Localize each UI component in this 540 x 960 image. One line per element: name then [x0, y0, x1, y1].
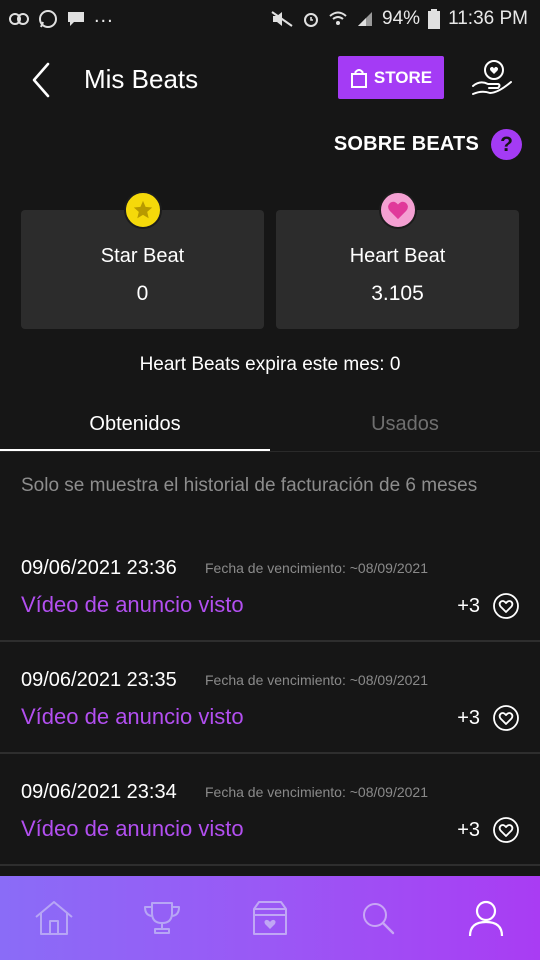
- heart-icon: [378, 191, 417, 229]
- history-title: Vídeo de anuncio visto: [21, 816, 244, 841]
- history-notice: Solo se muestra el historial de facturac…: [21, 475, 478, 496]
- profile-icon: [468, 900, 504, 937]
- signal-icon: [358, 12, 373, 26]
- list-item: 09/06/2021 23:34 Fecha de vencimiento: ~…: [0, 754, 540, 866]
- heart-beat-value: 3.105: [371, 282, 424, 305]
- history-date: 09/06/2021 23:36: [21, 557, 177, 579]
- back-button[interactable]: [26, 60, 56, 100]
- history-amount: +3: [457, 707, 480, 729]
- gift-heart-button[interactable]: [470, 56, 514, 100]
- app-header: Mis Beats STORE: [0, 50, 540, 110]
- nav-store[interactable]: [240, 888, 300, 948]
- shopping-bag-icon: [350, 68, 367, 88]
- search-icon: [363, 903, 395, 935]
- heart-beat-name: Heart Beat: [349, 245, 446, 267]
- store-box-icon: [253, 901, 287, 935]
- clock: 11:36 PM: [448, 8, 528, 29]
- heart-outline-icon: [493, 817, 519, 843]
- nav-home[interactable]: [24, 888, 84, 948]
- star-beat-card: Star Beat 0: [21, 191, 264, 329]
- trophy-icon: [144, 902, 180, 934]
- message-icon: [68, 12, 84, 26]
- nav-search[interactable]: [348, 888, 408, 948]
- more-notifications: ...: [94, 4, 114, 27]
- status-right: 94% 11:36 PM: [270, 8, 528, 30]
- history-title: Vídeo de anuncio visto: [21, 704, 244, 729]
- home-icon: [35, 901, 73, 935]
- history-expiry: Fecha de vencimiento: ~08/09/2021: [205, 784, 428, 800]
- star-beat-name: Star Beat: [100, 245, 185, 267]
- store-label: STORE: [373, 67, 433, 87]
- history-tabs: Obtenidos Usados: [0, 400, 540, 452]
- heart-beat-card: Heart Beat 3.105: [276, 191, 519, 329]
- about-beats-label: SOBRE BEATS: [333, 133, 479, 155]
- nav-ranking[interactable]: [132, 888, 192, 948]
- whatsapp-icon: [39, 10, 57, 28]
- notification-icon: [9, 13, 29, 25]
- star-beat-value: 0: [136, 282, 149, 305]
- history-date: 09/06/2021 23:35: [21, 669, 177, 691]
- page-title: Mis Beats: [84, 64, 199, 94]
- status-bar: ... 94% 11:36 PM: [0, 0, 540, 38]
- hand-heart-icon: [472, 60, 512, 95]
- history-title: Vídeo de anuncio visto: [21, 592, 244, 617]
- star-icon: [123, 191, 162, 229]
- wifi-icon: [329, 11, 347, 25]
- heart-beats-expire-text: Heart Beats expira este mes: 0: [139, 354, 401, 375]
- battery-icon: [428, 9, 441, 29]
- heart-outline-icon: [493, 593, 519, 619]
- battery-percent: 94%: [382, 8, 421, 29]
- alarm-icon: [304, 13, 319, 27]
- store-button[interactable]: STORE: [338, 56, 444, 99]
- list-item: 09/06/2021 23:35 Fecha de vencimiento: ~…: [0, 642, 540, 754]
- history-amount: +3: [457, 595, 480, 617]
- history-amount: +3: [457, 819, 480, 841]
- list-item: 09/06/2021 23:36 Fecha de vencimiento: ~…: [0, 530, 540, 642]
- bottom-nav: [0, 876, 540, 960]
- nav-profile[interactable]: [456, 888, 516, 948]
- history-date: 09/06/2021 23:34: [21, 781, 177, 803]
- mute-icon: [271, 11, 293, 27]
- history-expiry: Fecha de vencimiento: ~08/09/2021: [205, 560, 428, 576]
- history-list: 09/06/2021 23:36 Fecha de vencimiento: ~…: [0, 530, 540, 866]
- tab-obtenidos[interactable]: Obtenidos: [0, 400, 270, 452]
- status-left: ...: [8, 5, 114, 29]
- tabs-divider: [0, 451, 540, 452]
- about-beats-link[interactable]: SOBRE BEATS ?: [334, 129, 522, 160]
- heart-outline-icon: [493, 705, 519, 731]
- chevron-left-icon: [32, 62, 50, 98]
- tab-usados[interactable]: Usados: [270, 400, 540, 452]
- history-expiry: Fecha de vencimiento: ~08/09/2021: [205, 672, 428, 688]
- help-icon: ?: [491, 129, 522, 160]
